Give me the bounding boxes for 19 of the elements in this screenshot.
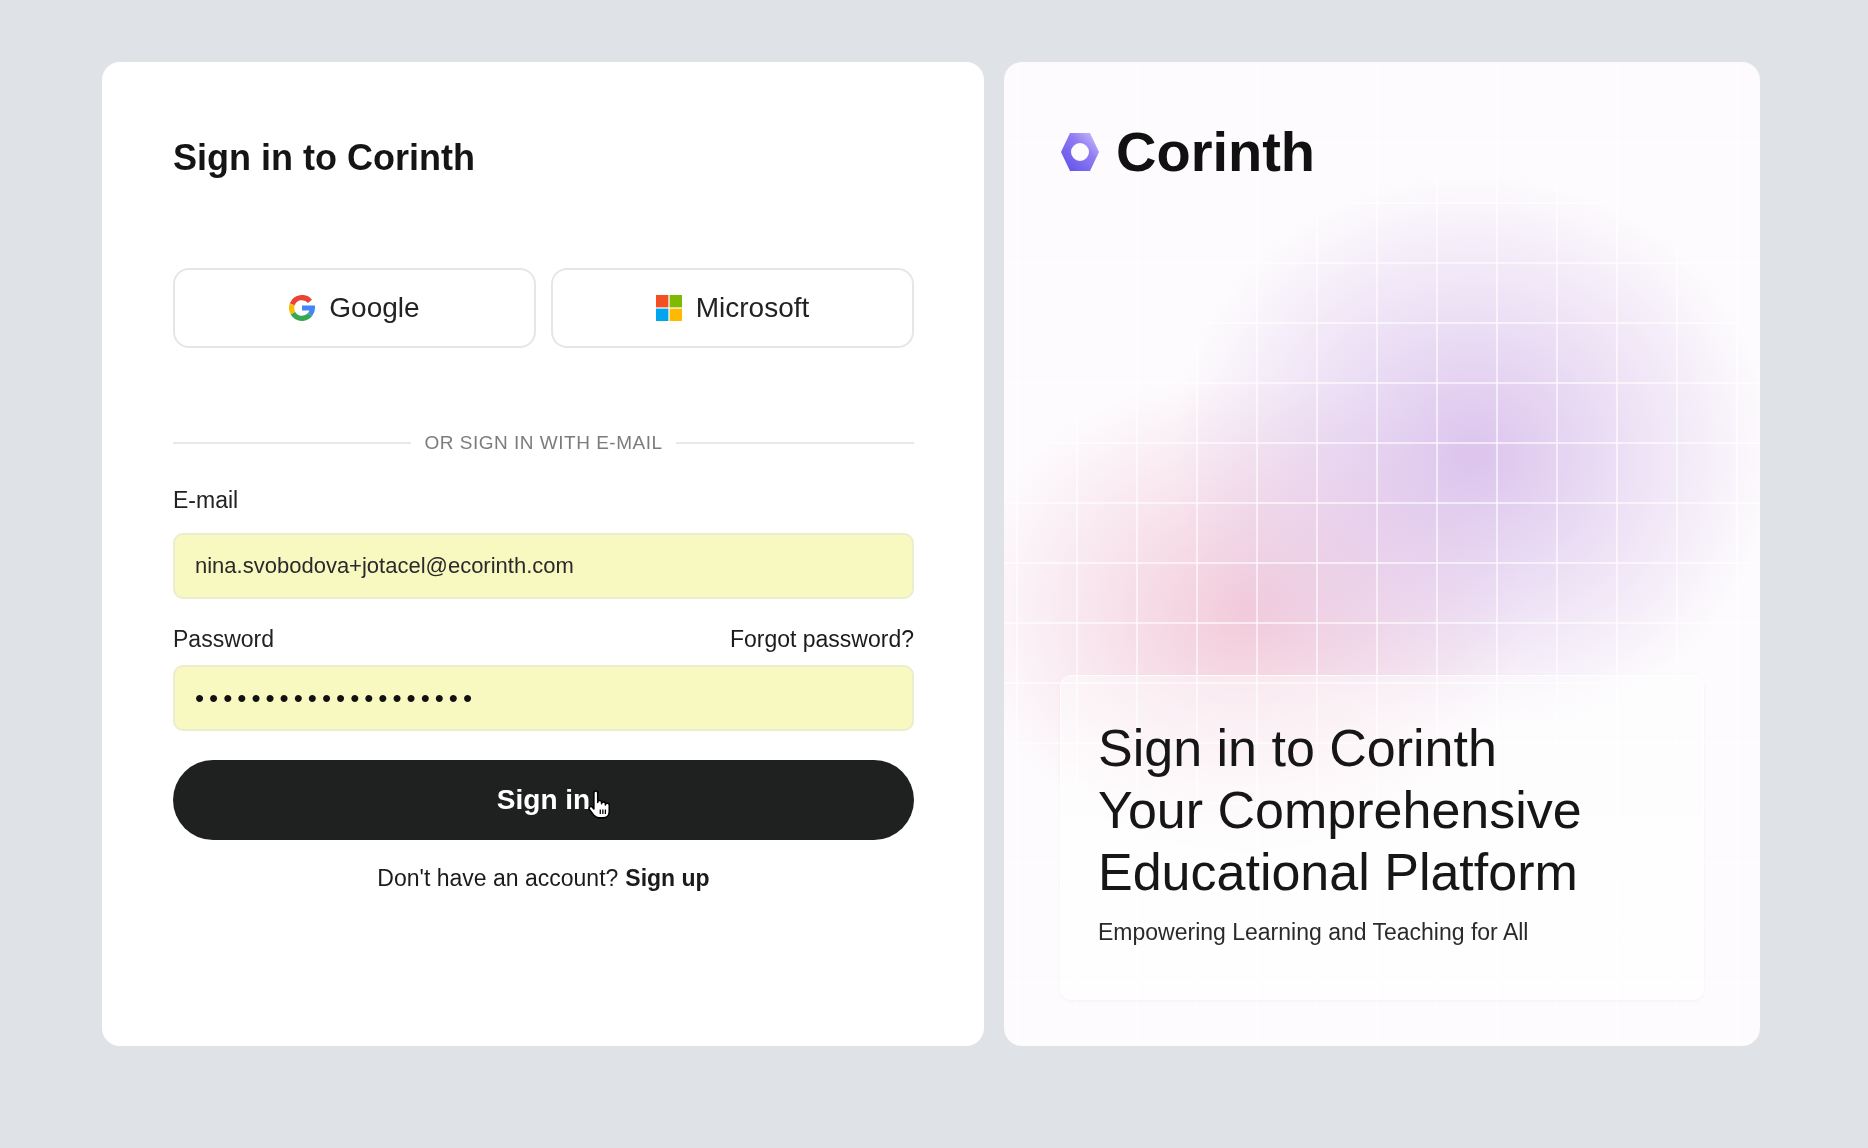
google-icon — [289, 295, 316, 321]
forgot-password-link[interactable]: Forgot password? — [729, 624, 914, 654]
social-login-button[interactable]: Google — [173, 268, 536, 348]
hexagon-logo-icon — [1060, 132, 1100, 172]
hero-tagline: Empowering Learning and Teaching for All — [1098, 918, 1529, 947]
signup-prompt: Don't have an account? — [377, 864, 619, 893]
email-label: E-mail — [173, 486, 239, 515]
hand-cursor-icon — [587, 790, 610, 819]
microsoft-icon — [655, 295, 682, 321]
social-login-button[interactable]: Microsoft — [551, 268, 914, 348]
sign-up-link[interactable]: Sign up — [625, 863, 710, 893]
login-title: Sign in to Corinth — [173, 136, 475, 180]
password-field[interactable]: •••••••••••••••••••• — [173, 665, 914, 731]
hero-headline: Sign in to Corinth Your Comprehensive Educational Platform — [1098, 718, 1582, 903]
sign-in-button[interactable]: Sign in — [173, 760, 914, 840]
brand-name: Corinth — [1116, 122, 1316, 182]
password-label: Password — [173, 625, 274, 654]
divider-label: OR SIGN IN WITH E-MAIL — [424, 431, 663, 455]
email-field[interactable]: nina.svobodova+jotacel@ecorinth.com — [173, 533, 914, 599]
